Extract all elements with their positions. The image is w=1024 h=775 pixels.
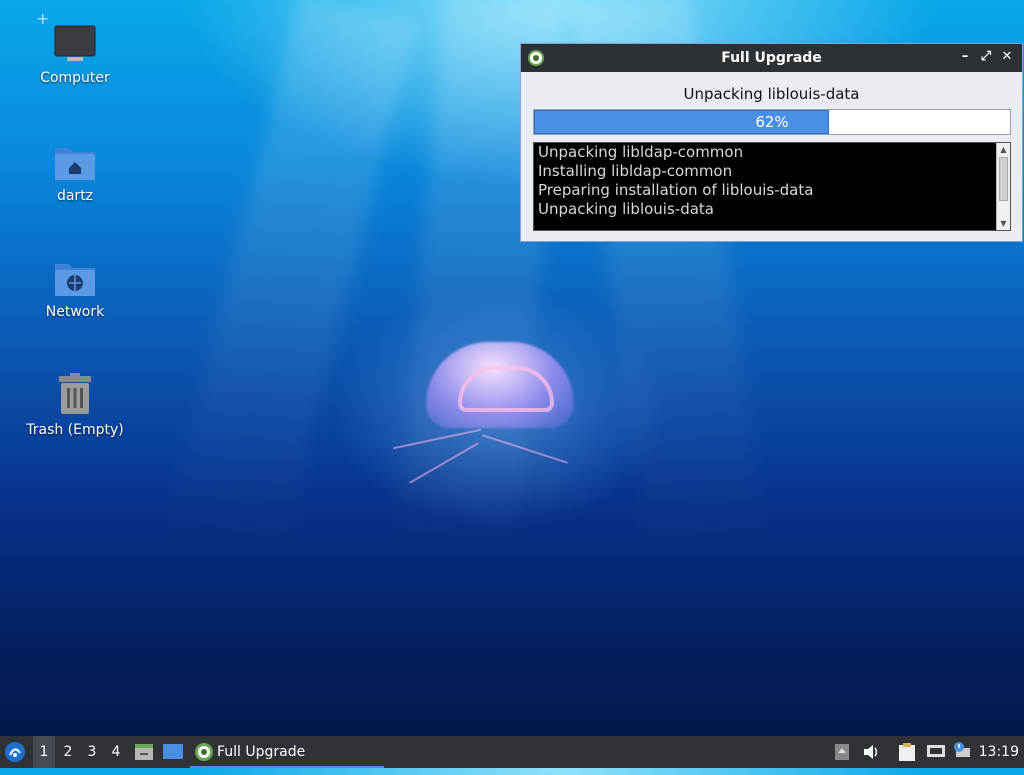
desktop-icon-label: Network (45, 304, 105, 320)
window-title: Full Upgrade (721, 50, 822, 66)
workspace-2[interactable]: 2 (57, 736, 79, 768)
desktop-icon (163, 744, 183, 759)
log-scrollbar[interactable]: ▲ ▼ (996, 143, 1010, 230)
light-ray (164, 0, 416, 567)
scrollbar-thumb[interactable] (999, 157, 1008, 201)
show-desktop-launcher[interactable] (162, 736, 184, 768)
workspace-1[interactable]: 1 (33, 736, 55, 768)
clipboard-icon (899, 743, 915, 761)
maximize-button[interactable]: ⤢ (977, 48, 995, 66)
tray-updates[interactable] (834, 736, 852, 768)
upgrade-log[interactable]: Unpacking libldap-common Installing libl… (533, 142, 1011, 231)
desktop-icon-label: Trash (Empty) (26, 422, 124, 438)
workspace-4[interactable]: 4 (105, 736, 127, 768)
log-line: Preparing installation of liblouis-data (538, 181, 814, 199)
home-folder-icon (55, 148, 95, 180)
log-line: Installing libldap-common (538, 162, 733, 180)
volume-icon (864, 745, 878, 759)
close-button[interactable]: ✕ (998, 48, 1016, 66)
trash-icon (59, 373, 91, 414)
upgrade-status-text: Unpacking liblouis-data (683, 85, 860, 103)
volume-control[interactable] (862, 736, 882, 768)
progress-percent-label: 62% (755, 113, 789, 131)
taskbar: 1 2 3 4 Full Upgrade 13:19 (0, 736, 1024, 768)
scroll-up-icon[interactable]: ▲ (997, 143, 1010, 156)
monitor-icon (54, 25, 96, 61)
workspace-3[interactable]: 3 (81, 736, 103, 768)
update-notifier-tray[interactable] (952, 736, 974, 768)
desktop-icon-label: Computer (40, 70, 110, 86)
upgrade-progress-bar: 62% (533, 109, 1011, 135)
log-line: Unpacking liblouis-data (538, 200, 714, 218)
desktop-icon-computer[interactable]: Computer (20, 24, 130, 86)
minimize-button[interactable]: – (956, 48, 974, 66)
package-icon (835, 744, 849, 760)
file-manager-launcher[interactable] (134, 736, 156, 768)
network-folder-icon (55, 264, 95, 296)
lubuntu-logo-icon (5, 742, 25, 762)
network-wired-icon (927, 745, 945, 757)
start-menu-button[interactable] (4, 736, 28, 768)
task-label: Full Upgrade (217, 744, 306, 760)
file-cabinet-icon (135, 744, 153, 760)
desktop-icon-label: dartz (56, 188, 94, 204)
desktop-icon-network[interactable]: Network (20, 256, 130, 320)
clock[interactable]: 13:19 (979, 736, 1019, 768)
scroll-down-icon[interactable]: ▼ (997, 217, 1010, 230)
log-lines: Unpacking libldap-common Installing libl… (538, 143, 813, 219)
full-upgrade-window: Full Upgrade – ⤢ ✕ Unpacking liblouis-da… (520, 43, 1023, 242)
log-line: Unpacking libldap-common (538, 143, 744, 161)
gear-icon (195, 743, 213, 761)
desktop-icon-trash[interactable]: Trash (Empty) (20, 372, 130, 438)
window-titlebar[interactable]: Full Upgrade – ⤢ ✕ (521, 44, 1022, 72)
desktop-icon-home[interactable]: dartz (20, 140, 130, 204)
notification-icon (954, 742, 970, 757)
network-tray[interactable] (926, 736, 948, 768)
clipboard-tray[interactable] (898, 736, 920, 768)
taskbar-task-full-upgrade[interactable]: Full Upgrade (190, 736, 384, 768)
